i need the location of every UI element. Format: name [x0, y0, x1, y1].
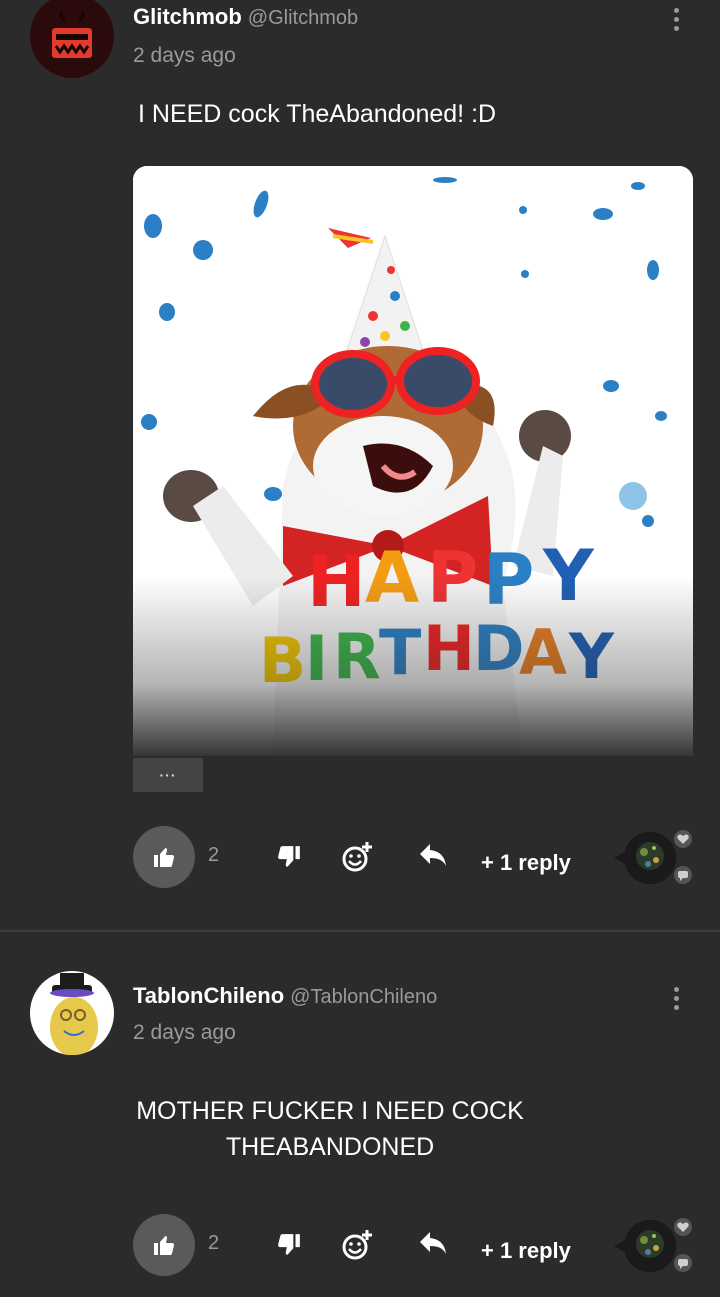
- replier-avatar-icon: [624, 1220, 676, 1272]
- reply-button[interactable]: [418, 842, 448, 870]
- reply-button[interactable]: [418, 1230, 448, 1258]
- user-avatar[interactable]: [30, 971, 114, 1055]
- mr-peanutbutter-avatar-icon: [30, 971, 114, 1055]
- replier-avatar: [624, 1220, 676, 1272]
- author-handle: @TablonChileno: [290, 986, 438, 1008]
- author-handle: @Glitchmob: [247, 7, 359, 29]
- thumbs-down-icon: [278, 846, 300, 867]
- media-more-button[interactable]: ···: [133, 758, 203, 792]
- comment-media-image[interactable]: H A P P Y B I R T H D A Y: [133, 166, 693, 756]
- thumbs-up-icon: [154, 1236, 175, 1255]
- user-avatar[interactable]: [30, 0, 114, 78]
- thumbs-up-icon: [154, 848, 175, 867]
- heart-icon: [674, 1218, 692, 1236]
- username[interactable]: TablonChileno @TablonChileno: [133, 983, 437, 1009]
- media-gradient-overlay: [133, 576, 693, 756]
- comment-thread: Glitchmob @Glitchmob 2 days ago I NEED co…: [0, 0, 720, 1297]
- timestamp: 2 days ago: [133, 44, 236, 67]
- author-name[interactable]: Glitchmob: [133, 4, 242, 29]
- comment-text: I NEED cock TheAbandoned! :D: [138, 100, 497, 128]
- comment: Glitchmob @Glitchmob 2 days ago I NEED co…: [0, 0, 720, 930]
- timestamp: 2 days ago: [133, 1021, 236, 1044]
- like-count: 2: [208, 844, 220, 866]
- author-name[interactable]: TablonChileno: [133, 983, 284, 1008]
- like-button[interactable]: [133, 826, 195, 888]
- like-count: 2: [208, 1232, 220, 1254]
- reply-author-preview[interactable]: [610, 826, 702, 890]
- reply-author-preview[interactable]: [610, 1214, 702, 1278]
- replier-avatar: [624, 832, 676, 884]
- like-button[interactable]: [133, 1214, 195, 1276]
- chat-bubble-icon: [674, 1254, 692, 1272]
- add-emoji-icon: [342, 1230, 372, 1260]
- add-emoji-icon: [342, 842, 372, 872]
- chat-bubble-icon: [674, 866, 692, 884]
- dislike-button[interactable]: [276, 1232, 302, 1258]
- add-reaction-button[interactable]: [340, 1228, 374, 1262]
- reply-count-link[interactable]: + 1 reply: [481, 850, 571, 876]
- thumbs-down-icon: [278, 1234, 300, 1255]
- comment-divider: [0, 930, 720, 932]
- more-options-icon[interactable]: [672, 8, 680, 31]
- dislike-button[interactable]: [276, 844, 302, 870]
- comment: TablonChileno @TablonChileno 2 days ago M…: [0, 933, 720, 1297]
- glitchmob-avatar-icon: [30, 0, 114, 78]
- add-reaction-button[interactable]: [340, 840, 374, 874]
- heart-icon: [674, 830, 692, 848]
- replier-avatar-icon: [624, 832, 676, 884]
- more-options-icon[interactable]: [672, 987, 680, 1010]
- comment-actions: 2 + 1 reply: [0, 826, 720, 890]
- comment-actions: 2 + 1 reply: [0, 1214, 720, 1278]
- reply-count-link[interactable]: + 1 reply: [481, 1238, 571, 1264]
- username[interactable]: Glitchmob @Glitchmob: [133, 4, 358, 30]
- reply-arrow-icon: [420, 1232, 446, 1254]
- comment-text: MOTHER FUCKER I NEED COCK THEABANDONED: [136, 1097, 524, 1161]
- reply-arrow-icon: [420, 844, 446, 866]
